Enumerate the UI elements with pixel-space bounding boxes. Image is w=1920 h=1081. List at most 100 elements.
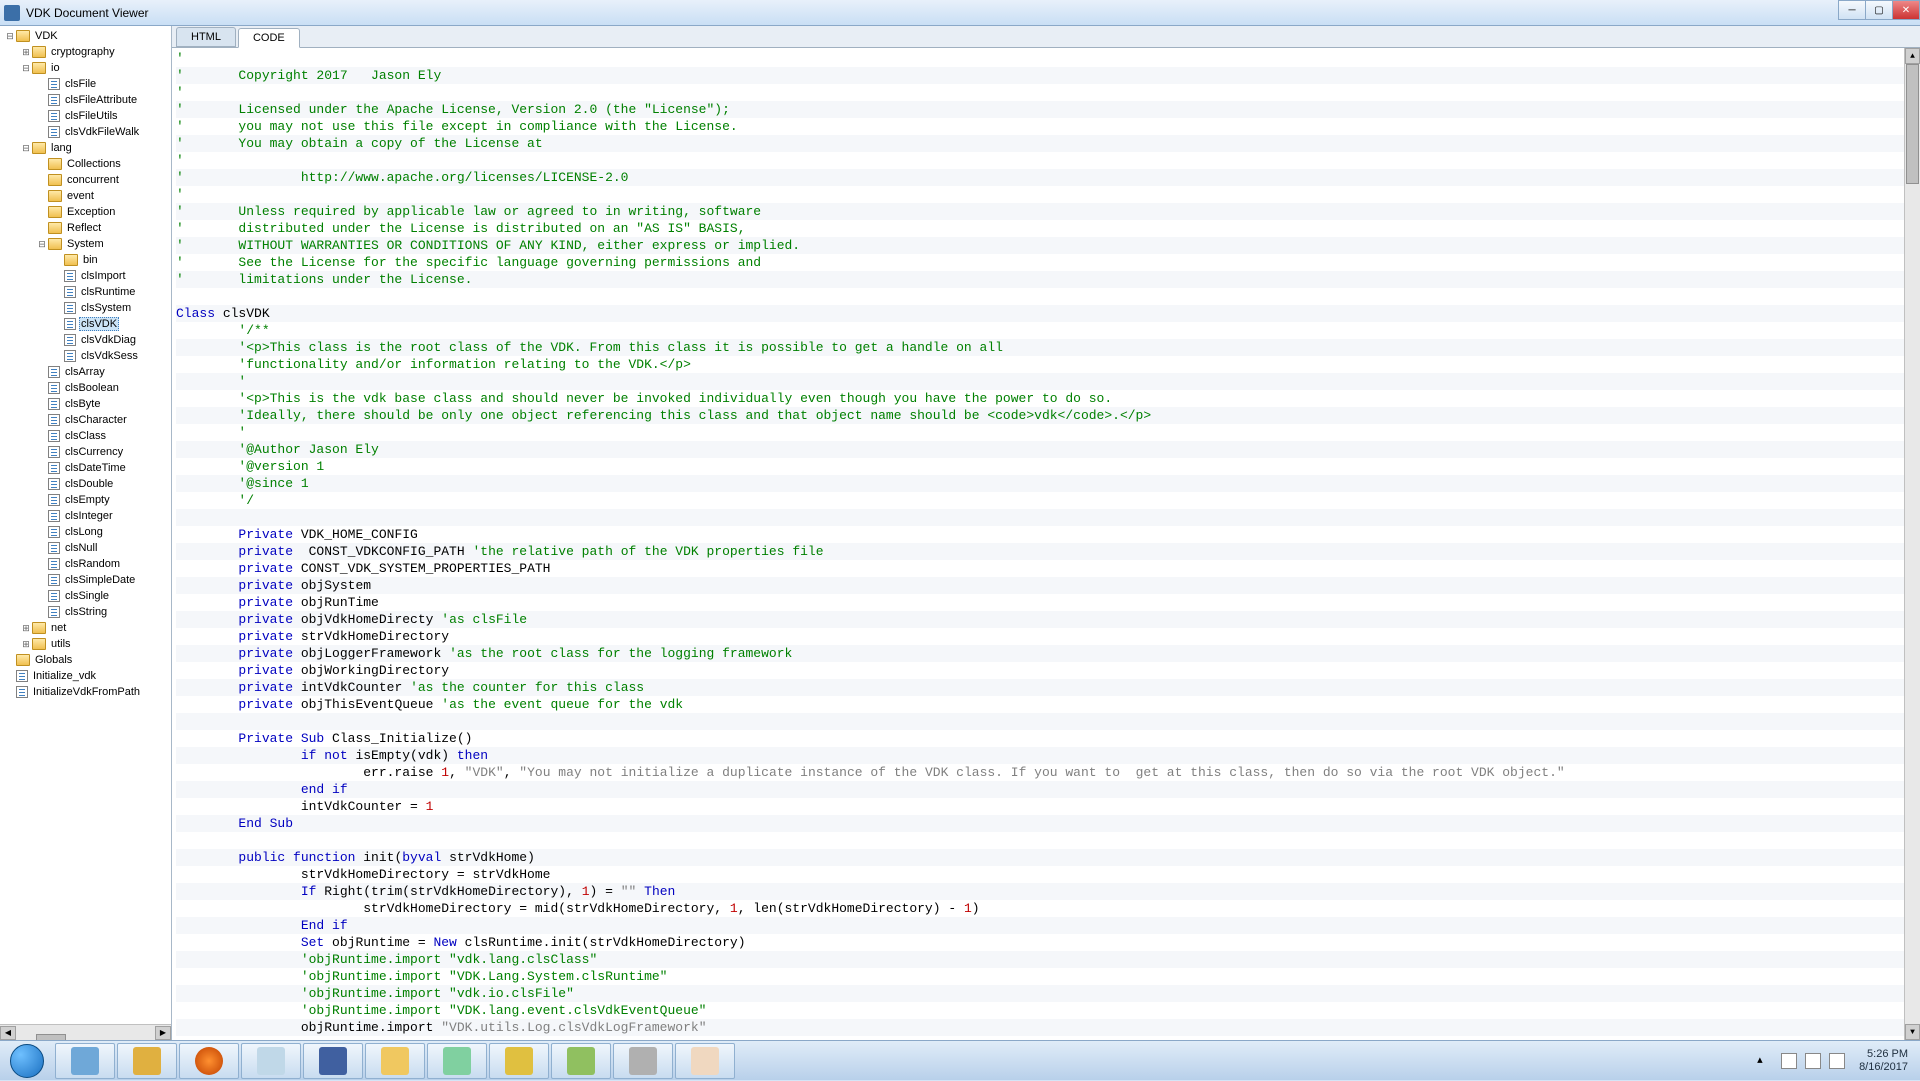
tree-item-clsvdkdiag[interactable]: clsVdkDiag xyxy=(0,332,171,348)
taskbar-app-5[interactable] xyxy=(489,1043,549,1079)
tree-item-clsdouble[interactable]: clsDouble xyxy=(0,476,171,492)
tree-item-cryptography[interactable]: ⊞cryptography xyxy=(0,44,171,60)
tree-item-clsdatetime[interactable]: clsDateTime xyxy=(0,460,171,476)
code-line: objRuntime.import "VDK.utils.Log.clsVdkL… xyxy=(176,1019,1916,1036)
expander-icon[interactable]: ⊟ xyxy=(20,63,32,74)
tree-item-clsinteger[interactable]: clsInteger xyxy=(0,508,171,524)
file-icon xyxy=(48,126,60,138)
expander-icon[interactable]: ⊟ xyxy=(20,143,32,154)
taskbar-app-2[interactable] xyxy=(117,1043,177,1079)
tree-item-system[interactable]: ⊟System xyxy=(0,236,171,252)
taskbar-app-folder[interactable] xyxy=(365,1043,425,1079)
code-lines: '' Copyright 2017 Jason Ely'' Licensed u… xyxy=(172,48,1920,1038)
tree-horizontal-scrollbar[interactable]: ◀ ▶ xyxy=(0,1024,171,1040)
tree-item-clsvdkfilewalk[interactable]: clsVdkFileWalk xyxy=(0,124,171,140)
tray-show-hidden-icon[interactable]: ▴ xyxy=(1757,1053,1773,1069)
tray-action-center-icon[interactable] xyxy=(1829,1053,1845,1069)
tree-item-clsruntime[interactable]: clsRuntime xyxy=(0,284,171,300)
tree-item-clsvdksess[interactable]: clsVdkSess xyxy=(0,348,171,364)
code-line: intVdkCounter = 1 xyxy=(176,798,1916,815)
expander-icon[interactable]: ⊟ xyxy=(4,31,16,42)
tree-item-clsempty[interactable]: clsEmpty xyxy=(0,492,171,508)
tree-item-lang[interactable]: ⊟lang xyxy=(0,140,171,156)
tree-item-clsfile[interactable]: clsFile xyxy=(0,76,171,92)
code-line: 'objRuntime.import "VDK.Lang.System.clsR… xyxy=(176,968,1916,985)
expander-icon[interactable]: ⊞ xyxy=(20,639,32,650)
file-icon xyxy=(48,494,60,506)
tree-item-clssimpledate[interactable]: clsSimpleDate xyxy=(0,572,171,588)
tree-item-clsnull[interactable]: clsNull xyxy=(0,540,171,556)
code-vertical-scrollbar[interactable]: ▲ ▼ xyxy=(1904,48,1920,1040)
folder-icon xyxy=(48,174,62,186)
tree-item-clsboolean[interactable]: clsBoolean xyxy=(0,380,171,396)
tree-item-clscharacter[interactable]: clsCharacter xyxy=(0,412,171,428)
tree-item-clscurrency[interactable]: clsCurrency xyxy=(0,444,171,460)
tree-item-utils[interactable]: ⊞utils xyxy=(0,636,171,652)
tree-item-clsfileattribute[interactable]: clsFileAttribute xyxy=(0,92,171,108)
code-line: private objWorkingDirectory xyxy=(176,662,1916,679)
tab-code[interactable]: CODE xyxy=(238,28,300,48)
tree-item-initialize_vdk[interactable]: Initialize_vdk xyxy=(0,668,171,684)
taskbar-app-explorer[interactable] xyxy=(241,1043,301,1079)
tree-item-clssystem[interactable]: clsSystem xyxy=(0,300,171,316)
tree-content[interactable]: ⊟VDK⊞cryptography⊟ioclsFileclsFileAttrib… xyxy=(0,26,171,1024)
minimize-button[interactable]: ─ xyxy=(1838,0,1866,20)
tree-item-clsfileutils[interactable]: clsFileUtils xyxy=(0,108,171,124)
tree-item-label: clsVdkDiag xyxy=(79,334,138,346)
tree-item-initializevdkfrompath[interactable]: InitializeVdkFromPath xyxy=(0,684,171,700)
close-button[interactable]: ✕ xyxy=(1892,0,1920,20)
taskbar-clock[interactable]: 5:26 PM 8/16/2017 xyxy=(1853,1048,1914,1074)
expander-icon[interactable]: ⊞ xyxy=(20,623,32,634)
tray-volume-icon[interactable] xyxy=(1805,1053,1821,1069)
scroll-down-icon[interactable]: ▼ xyxy=(1905,1024,1920,1040)
tree-item-clsclass[interactable]: clsClass xyxy=(0,428,171,444)
scroll-left-icon[interactable]: ◀ xyxy=(0,1026,16,1040)
tray-network-icon[interactable] xyxy=(1781,1053,1797,1069)
tree-item-net[interactable]: ⊞net xyxy=(0,620,171,636)
tree-item-concurrent[interactable]: concurrent xyxy=(0,172,171,188)
tree-item-label: clsString xyxy=(63,606,109,618)
taskbar-app-1[interactable] xyxy=(55,1043,115,1079)
taskbar-app-settings[interactable] xyxy=(613,1043,673,1079)
tree-item-label: clsSingle xyxy=(63,590,111,602)
code-line: 'objRuntime.import "vdk.io.clsFile" xyxy=(176,985,1916,1002)
start-button[interactable] xyxy=(0,1041,54,1081)
tree-item-clsimport[interactable]: clsImport xyxy=(0,268,171,284)
tree-item-clslong[interactable]: clsLong xyxy=(0,524,171,540)
tree-item-clsstring[interactable]: clsString xyxy=(0,604,171,620)
tree-item-clsrandom[interactable]: clsRandom xyxy=(0,556,171,572)
scroll-right-icon[interactable]: ▶ xyxy=(155,1026,171,1040)
scroll-thumb[interactable] xyxy=(1906,64,1919,184)
taskbar-app-6[interactable] xyxy=(551,1043,611,1079)
tree-item-exception[interactable]: Exception xyxy=(0,204,171,220)
tree-item-io[interactable]: ⊟io xyxy=(0,60,171,76)
code-line: '@Author Jason Ely xyxy=(176,441,1916,458)
code-line: Private Sub Class_Initialize() xyxy=(176,730,1916,747)
tree-panel: ⊟VDK⊞cryptography⊟ioclsFileclsFileAttrib… xyxy=(0,26,172,1040)
tree-item-reflect[interactable]: Reflect xyxy=(0,220,171,236)
tree-item-clssingle[interactable]: clsSingle xyxy=(0,588,171,604)
tree-item-clsvdk[interactable]: clsVDK xyxy=(0,316,171,332)
scroll-up-icon[interactable]: ▲ xyxy=(1905,48,1920,64)
tab-html[interactable]: HTML xyxy=(176,27,236,47)
expander-icon[interactable]: ⊞ xyxy=(20,47,32,58)
taskbar-app-firefox[interactable] xyxy=(179,1043,239,1079)
tree-item-globals[interactable]: Globals xyxy=(0,652,171,668)
maximize-button[interactable]: ▢ xyxy=(1865,0,1893,20)
tree-item-clsbyte[interactable]: clsByte xyxy=(0,396,171,412)
taskbar-app-3[interactable] xyxy=(303,1043,363,1079)
code-line: 'objRuntime.import "VDK.lang.event.clsVd… xyxy=(176,1002,1916,1019)
tree-item-label: clsEmpty xyxy=(63,494,112,506)
expander-icon[interactable]: ⊟ xyxy=(36,239,48,250)
code-view[interactable]: '' Copyright 2017 Jason Ely'' Licensed u… xyxy=(172,48,1920,1040)
tree-item-event[interactable]: event xyxy=(0,188,171,204)
tree-item-bin[interactable]: bin xyxy=(0,252,171,268)
tree-item-vdk[interactable]: ⊟VDK xyxy=(0,28,171,44)
file-icon xyxy=(64,350,76,362)
taskbar-app-paint[interactable] xyxy=(675,1043,735,1079)
tree-item-clsarray[interactable]: clsArray xyxy=(0,364,171,380)
tree-item-collections[interactable]: Collections xyxy=(0,156,171,172)
scroll-track[interactable] xyxy=(1905,64,1920,1024)
folder-icon xyxy=(32,622,46,634)
taskbar-app-4[interactable] xyxy=(427,1043,487,1079)
